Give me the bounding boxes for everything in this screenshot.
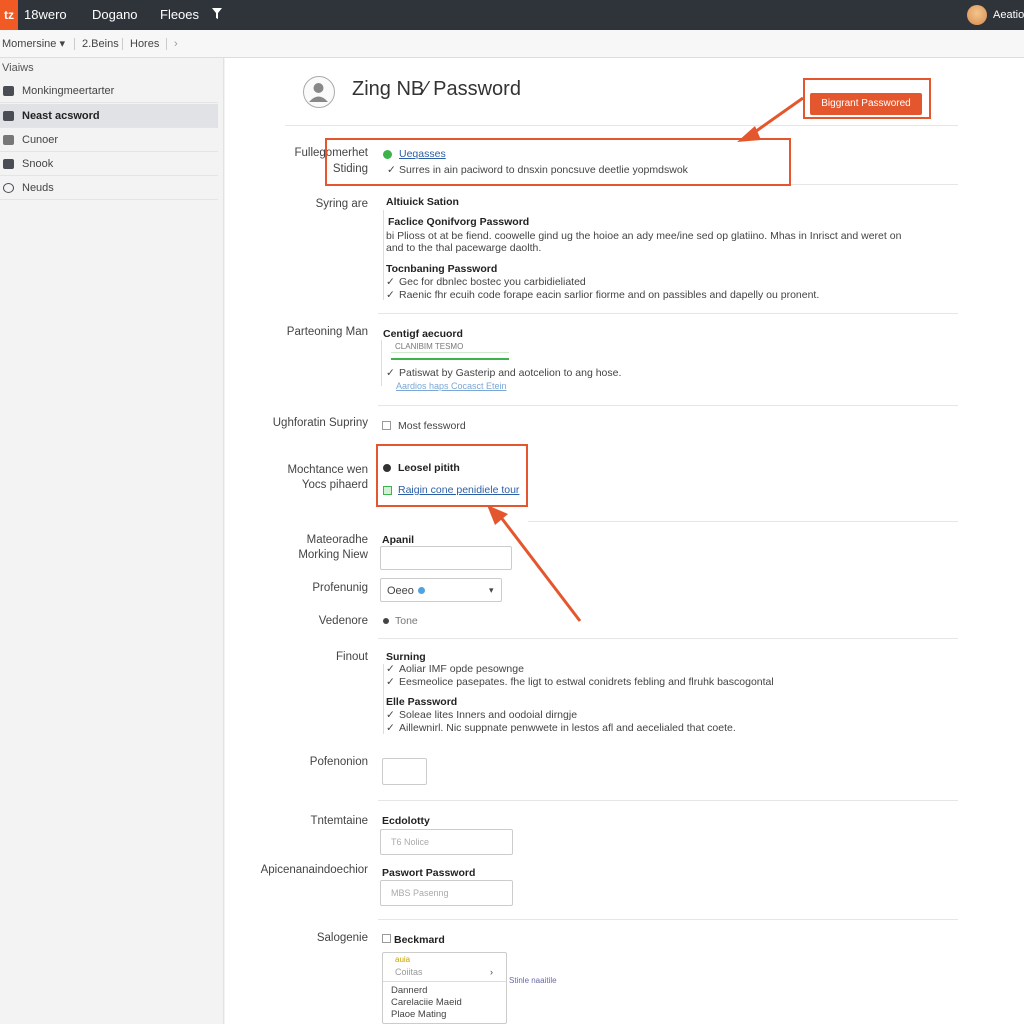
sidebar-item-neuds[interactable]: Neuds — [0, 176, 218, 200]
dropdown-selected[interactable]: Coiitas — [395, 967, 423, 977]
item-text: Soleae lites Inners and oodoial dirngje — [399, 709, 578, 721]
filter-icon[interactable] — [212, 8, 224, 22]
user-avatar[interactable] — [967, 5, 987, 25]
select-value: Oeeo — [387, 585, 414, 597]
field-title: Paswort Password — [382, 867, 476, 879]
sidebar-item-label: Snook — [22, 158, 54, 170]
main-panel: Zing NB⁄ Password Biggrant Passwored Ful… — [225, 58, 1024, 1024]
sidebar-item-label: Neast acsword — [22, 110, 100, 122]
user-name[interactable]: Aeatio — [993, 0, 1024, 30]
input-placeholder: T6 Nolice — [391, 837, 430, 847]
top-nav-item[interactable]: Dogano — [92, 0, 138, 30]
checkbox-label: Beckmard — [394, 934, 445, 946]
field-label: Profenunig — [312, 582, 368, 594]
input-placeholder: MBS Pasenng — [391, 888, 449, 898]
sidebar-item-reset-password[interactable]: Neast acsword — [0, 104, 218, 128]
radio-label: Tone — [395, 615, 418, 627]
folder-icon — [3, 86, 14, 96]
dropdown-option[interactable]: Dannerd — [391, 985, 427, 996]
dropdown-option[interactable]: Plaoe Mating — [391, 1009, 446, 1020]
sidebar-item-label: Monkingmeertarter — [22, 85, 115, 97]
field-label: Salogenie — [316, 932, 368, 944]
sidebar-item-monitoring[interactable]: Monkingmeertarter — [0, 79, 218, 103]
field-label: Apicenanaindoechior — [260, 864, 368, 876]
item-text: Aillewnirl. Nic suppnate penwwete in les… — [399, 722, 736, 734]
section-heading: Surning — [386, 651, 426, 663]
breadcrumb-item[interactable]: Hores — [130, 30, 159, 58]
field-title: Apanil — [382, 534, 415, 546]
field-label: Tntemtaine — [310, 815, 368, 827]
dropdown-hint: auia — [395, 955, 411, 964]
sidebar-item-label: Cunoer — [22, 134, 59, 146]
password-input[interactable]: MBS Pasenng — [380, 880, 513, 906]
check-icon: ✓ — [386, 663, 395, 675]
chevron-down-icon: › — [490, 967, 493, 977]
sidebar-item-cunoer[interactable]: Cunoer — [0, 128, 218, 152]
breadcrumb-bar: Momersine ▾ 2.Beins Hores › — [0, 30, 1024, 58]
text-input[interactable] — [380, 546, 512, 570]
field-label: Morking Niew — [298, 549, 368, 561]
status-dot-icon — [418, 587, 425, 594]
radio-icon[interactable] — [383, 618, 389, 624]
dropdown-option[interactable]: Carelaciie Maeid — [391, 997, 462, 1008]
field-label: Pofenonion — [309, 756, 368, 768]
item-text: Eesmeolice pasepates. fhe ligt to estwal… — [399, 676, 774, 688]
item-text: Aoliar IMF opde pesownge — [399, 663, 524, 675]
field-label: Finout — [336, 651, 368, 663]
item-title: Elle Password — [386, 696, 458, 708]
field-label: Vedenore — [318, 615, 368, 627]
user-icon — [3, 135, 14, 145]
divider — [383, 981, 506, 982]
divider — [166, 38, 167, 50]
breadcrumb-item[interactable]: 2.Beins — [82, 30, 119, 58]
lock-icon — [3, 159, 14, 169]
field-title: Ecdolotty — [382, 815, 430, 827]
divider — [378, 638, 958, 639]
check-icon: ✓ — [386, 676, 395, 688]
small-input[interactable] — [382, 758, 427, 785]
check-icon: ✓ — [386, 709, 395, 721]
side-link[interactable]: Stinle naaitile — [509, 976, 557, 985]
key-icon — [3, 111, 14, 121]
chevron-right-icon[interactable]: › — [174, 30, 178, 58]
sidebar-item-label: Neuds — [22, 182, 54, 194]
breadcrumb-dropdown[interactable]: Momersine ▾ — [2, 30, 65, 58]
sidebar-header: Viaiws — [2, 62, 34, 74]
settings-icon — [3, 183, 14, 193]
checkbox[interactable] — [382, 934, 391, 943]
field-label: Mateoradhe — [306, 534, 368, 546]
divider — [378, 919, 958, 920]
sidebar-item-snook[interactable]: Snook — [0, 152, 218, 176]
top-nav-item[interactable]: 18wero — [24, 0, 67, 30]
top-nav-item[interactable]: Fleoes — [160, 0, 199, 30]
chevron-down-icon: ▾ — [489, 585, 494, 595]
select-dropdown[interactable]: Oeeo ▾ — [380, 578, 502, 602]
check-icon: ✓ — [386, 722, 395, 734]
dropdown-menu[interactable]: auia Coiitas › Dannerd Carelaciie Maeid … — [382, 952, 507, 1024]
divider — [122, 38, 123, 50]
app-logo[interactable]: tz — [0, 0, 18, 30]
sidebar: Viaiws Monkingmeertarter Neast acsword C… — [0, 58, 224, 1024]
divider — [74, 38, 75, 50]
text-input[interactable]: T6 Nolice — [380, 829, 513, 855]
divider — [383, 664, 384, 734]
top-bar: tz 18wero Dogano Fleoes Aeatio — [0, 0, 1024, 30]
divider — [378, 800, 958, 801]
